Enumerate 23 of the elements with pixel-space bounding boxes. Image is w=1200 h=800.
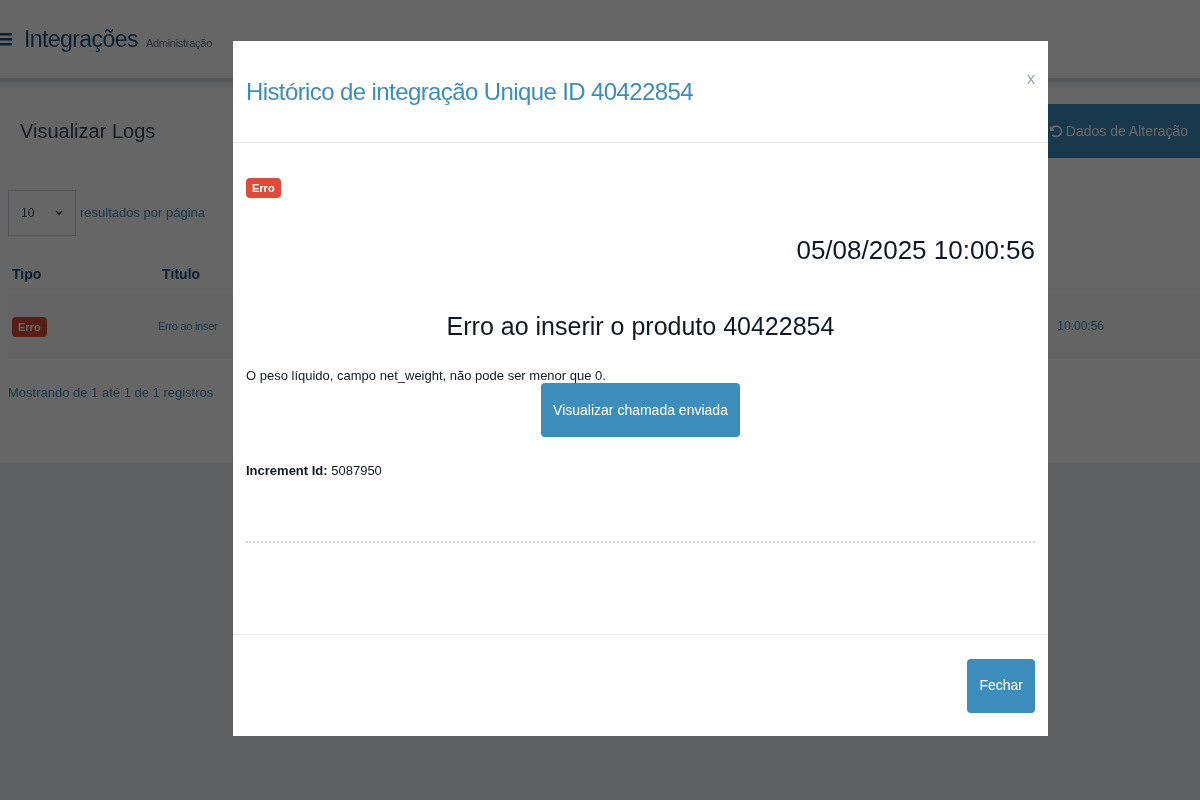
status-badge: Erro xyxy=(12,317,47,337)
panel-title: Visualizar Logs xyxy=(20,119,156,144)
table-cell-text: 10:00:56 xyxy=(1057,318,1104,335)
records-info: Mostrando de 1 até 1 de 1 registros xyxy=(8,384,215,402)
menu-icon[interactable] xyxy=(0,32,12,46)
history-icon xyxy=(1047,124,1062,138)
increment-id: Increment Id: 5087950 xyxy=(246,462,383,480)
modal-title: Histórico de integração Unique ID 40422854 xyxy=(246,76,694,107)
status-badge: Erro xyxy=(246,178,281,198)
page-title: Integrações xyxy=(24,24,138,54)
table-cell[interactable]: Erro ao inser xyxy=(158,317,218,335)
caret-icon xyxy=(55,210,63,216)
page-size-select[interactable]: 10 xyxy=(8,190,76,236)
column-header[interactable]: Tipo xyxy=(8,264,158,285)
page-size-label: resultados por página xyxy=(80,204,206,223)
close-modal-button[interactable]: Fechar xyxy=(967,658,1035,713)
close-button[interactable]: x xyxy=(1027,67,1035,91)
log-datetime: 05/08/2025 10:00:56 xyxy=(796,234,1035,267)
view-request-button[interactable]: Visualizar chamada enviada xyxy=(541,383,740,437)
error-heading: Erro ao inserir o produto 40422854 xyxy=(446,311,835,342)
column-header[interactable]: Título xyxy=(158,264,205,285)
page-subtitle: Administração xyxy=(145,35,212,51)
error-message: O peso líquido, campo net_weight, não pode ser menor que 0. xyxy=(246,366,607,385)
